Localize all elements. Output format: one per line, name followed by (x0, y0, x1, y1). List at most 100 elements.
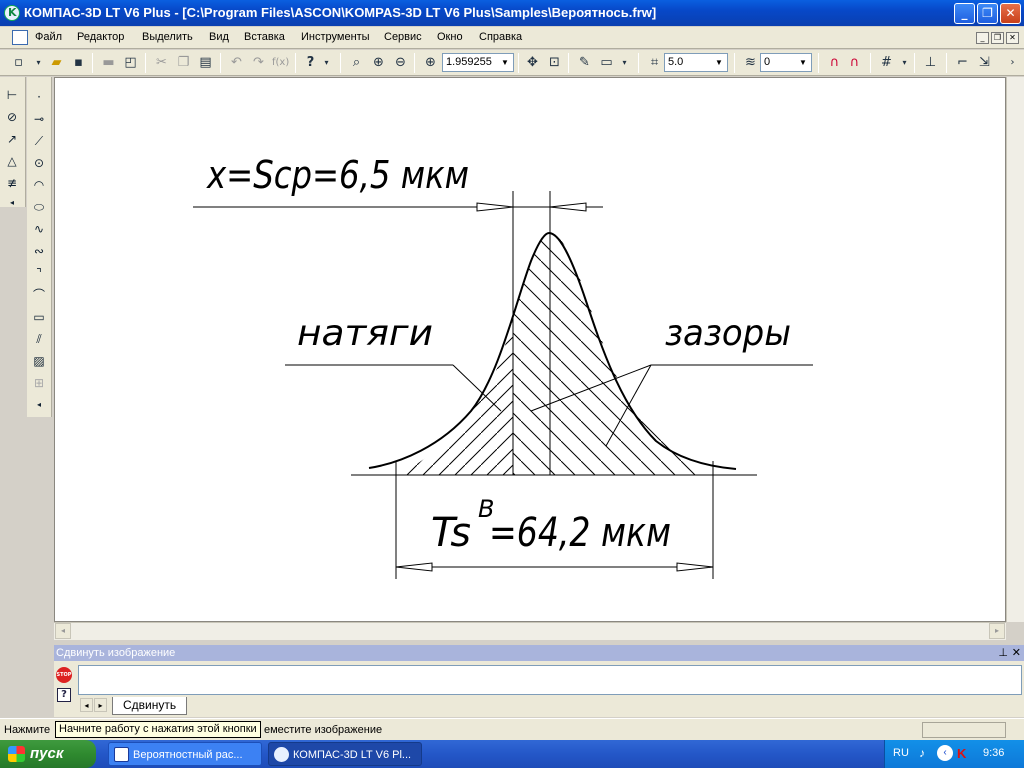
panel-close-icon[interactable]: ✕ (1012, 645, 1021, 661)
snap-magnet-icon[interactable]: ∩ (826, 54, 843, 71)
dimensions-icon[interactable]: ⊢ (2, 85, 22, 105)
chamfer-icon[interactable]: ⌝ (29, 263, 49, 283)
equidistant-icon[interactable]: ⫽ (29, 329, 49, 349)
doc-minimize-button[interactable]: _ (976, 32, 989, 44)
zoom-in-icon[interactable]: ⊕ (370, 54, 387, 71)
task-word-document[interactable]: Вероятностный рас... (108, 742, 262, 766)
drawing-canvas[interactable]: x=Scp=6,5 мкм натяги зазоры Ts B =64,2 м… (54, 77, 1006, 622)
circle-icon[interactable]: ⊙ (29, 153, 49, 173)
step-value-combo[interactable]: 5.0 ▼ (664, 53, 728, 72)
function-icon[interactable]: f(x) (272, 54, 289, 71)
kompas-app-icon[interactable] (4, 5, 20, 21)
cut-icon[interactable]: ✂ (153, 54, 170, 71)
bezier-icon[interactable]: ∾ (29, 241, 49, 261)
print-preview-icon[interactable]: ◰ (122, 54, 139, 71)
doc-close-button[interactable]: ✕ (1006, 32, 1019, 44)
save-icon[interactable]: ▪ (70, 54, 87, 71)
doc-restore-button[interactable]: ❐ (991, 32, 1004, 44)
tab-scroll-left-icon[interactable]: ◂ (80, 698, 93, 712)
scroll-right-icon[interactable]: ▸ (989, 623, 1005, 639)
pan-icon[interactable]: ✥ (524, 54, 541, 71)
kaspersky-icon[interactable]: K (957, 746, 966, 761)
copy-icon[interactable]: ❐ (175, 54, 192, 71)
pin-icon[interactable]: ⊥ (998, 645, 1008, 661)
layer-value-combo[interactable]: 0 ▼ (760, 53, 812, 72)
designation-icon[interactable]: ≢ (2, 173, 22, 193)
stop-icon[interactable]: STOP (56, 667, 72, 683)
redo-icon[interactable]: ↷ (250, 54, 267, 71)
arc-icon[interactable]: ◠ (29, 175, 49, 195)
menu-help[interactable]: Справка (479, 31, 522, 43)
chevron-down-icon[interactable]: ▼ (712, 55, 726, 70)
language-indicator[interactable]: RU (893, 747, 909, 759)
help-dropdown-icon[interactable]: ▾ (318, 54, 335, 71)
zoom-out-icon[interactable]: ⊖ (392, 54, 409, 71)
help-icon[interactable]: ? (57, 688, 71, 702)
command-panel-title: Сдвинуть изображение (56, 647, 176, 659)
tray-expand-icon[interactable]: ‹ (937, 745, 953, 761)
chevron-down-icon[interactable]: ▼ (498, 55, 512, 70)
hatch-icon[interactable]: ▨ (29, 351, 49, 371)
menu-insert[interactable]: Вставка (244, 31, 285, 43)
toolbar-more-icon[interactable]: › (1004, 54, 1021, 71)
palette-scroll-icon[interactable]: ◂ (29, 395, 49, 415)
toolbar-separator (220, 53, 221, 73)
auxiliary-line-icon[interactable]: ⊸ (29, 109, 49, 129)
maximize-button[interactable]: ❐ (977, 3, 998, 24)
zoom-scale-icon[interactable]: ⊕ (422, 54, 439, 71)
collect-contour-icon[interactable]: ⊞ (29, 373, 49, 393)
zoom-value-combo[interactable]: 1.959255 ▼ (442, 53, 514, 72)
document-icon[interactable] (12, 30, 28, 45)
chevron-down-icon[interactable]: ▼ (796, 55, 810, 70)
point-icon[interactable]: · (29, 87, 49, 107)
paste-icon[interactable]: ▤ (197, 54, 214, 71)
rectangle-icon[interactable]: ▭ (29, 307, 49, 327)
minimize-button[interactable]: _ (954, 3, 975, 24)
properties-icon[interactable]: ✎ (576, 54, 593, 71)
fillet-icon[interactable]: ⌒ (29, 285, 49, 305)
menu-window[interactable]: Окно (437, 31, 463, 43)
zoom-window-icon[interactable]: ⌕ (348, 54, 365, 71)
left-empty-area (27, 417, 52, 645)
menu-file[interactable]: Файл (35, 31, 62, 43)
undo-icon[interactable]: ↶ (228, 54, 245, 71)
menu-select[interactable]: Выделить (142, 31, 193, 43)
grid-dropdown-icon[interactable]: ▾ (896, 54, 913, 71)
menu-editor[interactable]: Редактор (77, 31, 124, 43)
segment-icon[interactable]: ⟋ (29, 131, 49, 151)
fit-all-icon[interactable]: ⊡ (546, 54, 563, 71)
round-icon[interactable]: ⇲ (976, 54, 993, 71)
menu-tools[interactable]: Инструменты (301, 31, 370, 43)
step-icon[interactable]: ⌗ (646, 54, 663, 71)
new-dropdown-icon[interactable]: ▾ (30, 54, 47, 71)
layer-icon[interactable]: ≋ (742, 54, 759, 71)
menu-service[interactable]: Сервис (384, 31, 422, 43)
tab-move[interactable]: Сдвинуть (112, 697, 188, 715)
start-button[interactable]: пуск (0, 740, 96, 768)
word-icon (114, 747, 129, 762)
spline-icon[interactable]: ∿ (29, 219, 49, 239)
ellipse-icon[interactable]: ⬭ (29, 197, 49, 217)
ortho-icon[interactable]: ⌐ (954, 54, 971, 71)
screen-icon[interactable]: ▭ (598, 54, 615, 71)
measure-icon[interactable]: △ (2, 151, 22, 171)
local-cs-icon[interactable]: ⊥ (922, 54, 939, 71)
vertical-scrollbar[interactable] (1006, 77, 1024, 622)
horizontal-scrollbar[interactable]: ◂ ▸ (54, 622, 1006, 640)
menu-view[interactable]: Вид (209, 31, 229, 43)
volume-icon[interactable]: ♪ (919, 746, 925, 760)
screen-dropdown-icon[interactable]: ▾ (616, 54, 633, 71)
print-icon[interactable]: ▬ (100, 54, 117, 71)
new-document-icon[interactable]: ▫ (10, 54, 27, 71)
geometry-icon[interactable]: ⊘ (2, 107, 22, 127)
scroll-left-icon[interactable]: ◂ (55, 623, 71, 639)
command-properties-area[interactable] (78, 665, 1022, 695)
grid-icon[interactable]: # (878, 54, 895, 71)
local-snap-icon[interactable]: ∩ (846, 54, 863, 71)
edit-icon[interactable]: ↗ (2, 129, 22, 149)
context-help-button[interactable]: ? (302, 54, 319, 71)
open-folder-icon[interactable]: ▰ (48, 54, 65, 71)
close-button[interactable]: ✕ (1000, 3, 1021, 24)
task-kompas[interactable]: КОМПАС-3D LT V6 Pl... (268, 742, 422, 766)
tab-scroll-right-icon[interactable]: ▸ (94, 698, 107, 712)
